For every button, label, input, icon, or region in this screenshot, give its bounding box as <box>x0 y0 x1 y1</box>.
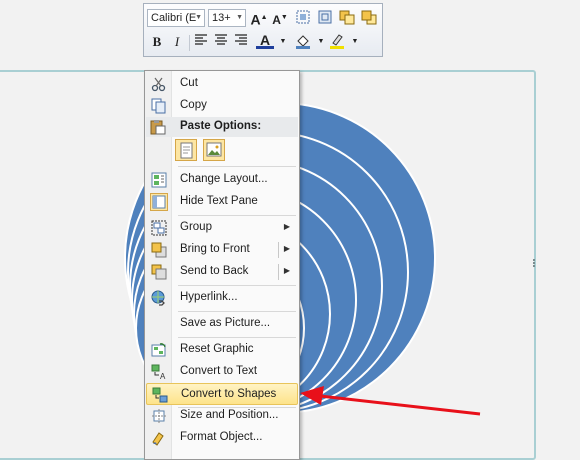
bring-forward-icon[interactable] <box>294 9 312 27</box>
paste-picture-button[interactable] <box>203 139 225 161</box>
convert-shapes-icon <box>152 387 168 403</box>
chevron-down-icon[interactable]: ▼ <box>346 33 364 51</box>
convert-text-icon: A <box>151 364 167 381</box>
format-object-icon <box>151 430 167 446</box>
font-name-value: Calibri (E <box>151 12 197 24</box>
paste-options-label: Paste Options: <box>180 120 262 132</box>
menu-item-label: Format Object... <box>180 431 263 443</box>
cut-icon <box>151 76 167 92</box>
text-pane-icon <box>150 193 168 211</box>
send-back-icon <box>151 264 167 280</box>
menu-item-convert-to-text[interactable]: A Convert to Text <box>146 361 298 383</box>
menu-item-copy[interactable]: Copy <box>146 95 298 117</box>
grow-font-icon[interactable]: A▲ <box>250 9 268 28</box>
paste-options-header: Paste Options: <box>146 117 298 137</box>
hyperlink-icon <box>151 290 167 306</box>
fill-color-icon[interactable] <box>294 33 312 51</box>
chevron-down-icon[interactable]: ▼ <box>274 33 292 51</box>
align-left-icon[interactable] <box>192 33 210 51</box>
shape-fill-icon[interactable] <box>338 9 356 27</box>
menu-item-label: Reset Graphic <box>180 343 254 355</box>
menu-item-label: Send to Back <box>180 265 249 277</box>
mini-toolbar: Calibri (E ▼ 13+ ▼ A▲ A▼ B I A ▼ ▼ ▼ <box>143 3 383 57</box>
font-size-combo[interactable]: 13+ ▼ <box>208 9 246 27</box>
menu-item-label: Bring to Front <box>180 243 250 255</box>
align-right-icon[interactable] <box>232 33 250 51</box>
menu-item-label: Hyperlink... <box>180 291 238 303</box>
shape-outline-icon[interactable] <box>360 9 378 27</box>
italic-icon[interactable]: I <box>168 33 186 51</box>
chevron-down-icon: ▼ <box>195 14 202 21</box>
svg-text:A: A <box>160 372 166 380</box>
reset-graphic-icon <box>151 342 167 358</box>
copy-icon <box>151 98 167 114</box>
font-name-combo[interactable]: Calibri (E ▼ <box>147 9 205 27</box>
menu-item-label: Change Layout... <box>180 173 268 185</box>
submenu-arrow-icon: ▶ <box>283 222 290 231</box>
submenu-arrow-icon: ▶ <box>283 244 290 253</box>
menu-item-save-as-picture[interactable]: Save as Picture... <box>146 313 298 335</box>
menu-item-label: Size and Position... <box>180 409 279 421</box>
menu-item-label: Copy <box>180 99 207 111</box>
menu-item-hyperlink[interactable]: Hyperlink... <box>146 287 298 309</box>
menu-item-group[interactable]: Group ▶ <box>146 217 298 239</box>
menu-item-cut[interactable]: Cut <box>146 73 298 95</box>
group-icon <box>151 220 167 236</box>
menu-item-label: Save as Picture... <box>180 317 271 329</box>
change-layout-icon <box>151 172 167 188</box>
menu-item-label: Convert to Shapes <box>181 388 277 400</box>
menu-item-bring-to-front[interactable]: Bring to Front ▶ <box>146 239 298 261</box>
menu-item-label: Hide Text Pane <box>180 195 258 207</box>
menu-item-send-to-back[interactable]: Send to Back ▶ <box>146 261 298 283</box>
center-icon[interactable] <box>212 33 230 51</box>
paste-icon <box>150 119 166 138</box>
size-position-icon <box>151 408 167 424</box>
menu-item-label: Cut <box>180 77 198 89</box>
context-menu: Cut Copy Paste Options: Change Layout...… <box>144 70 300 460</box>
menu-item-hide-text-pane[interactable]: Hide Text Pane <box>146 191 298 213</box>
font-color-icon[interactable]: A <box>256 31 274 49</box>
menu-item-convert-to-shapes[interactable]: Convert to Shapes <box>146 383 298 405</box>
highlight-icon[interactable] <box>328 33 346 51</box>
bring-front-icon <box>151 242 167 258</box>
paste-keep-text-button[interactable] <box>175 139 197 161</box>
send-backward-icon[interactable] <box>316 9 334 27</box>
bold-icon[interactable]: B <box>148 33 166 51</box>
font-size-value: 13+ <box>212 12 231 24</box>
submenu-arrow-icon: ▶ <box>283 266 290 275</box>
menu-item-label: Group <box>180 221 212 233</box>
chevron-down-icon: ▼ <box>236 14 243 21</box>
shrink-font-icon[interactable]: A▼ <box>271 9 289 27</box>
menu-item-change-layout[interactable]: Change Layout... <box>146 169 298 191</box>
menu-item-label: Convert to Text <box>180 365 258 377</box>
menu-item-size-and-position[interactable]: Size and Position... <box>146 405 298 427</box>
menu-item-reset-graphic[interactable]: Reset Graphic <box>146 339 298 361</box>
